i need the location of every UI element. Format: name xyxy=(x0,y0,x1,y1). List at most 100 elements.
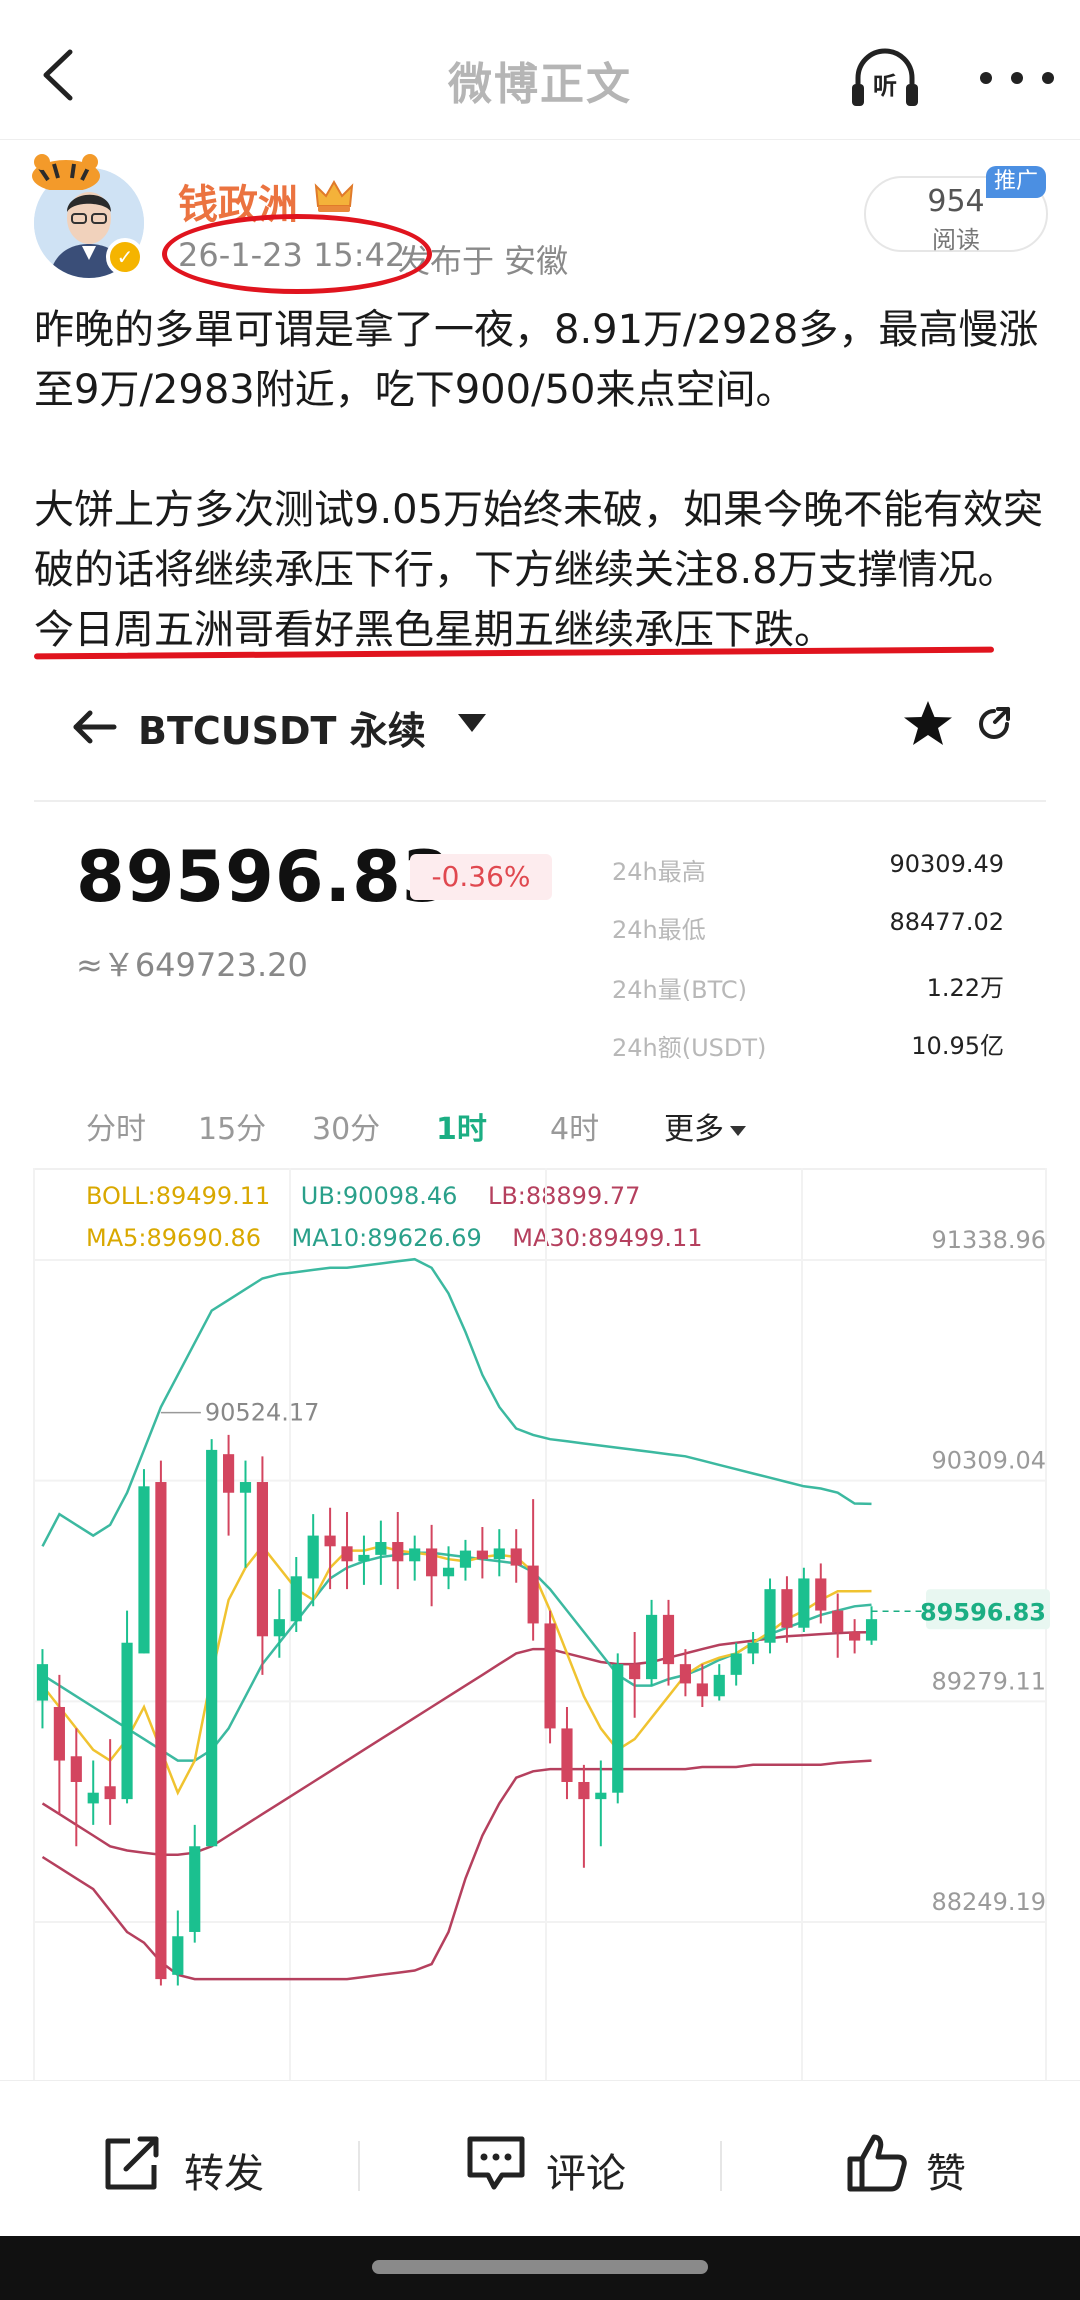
y-axis-tick-label: 89279.11 xyxy=(931,1667,1046,1695)
candle-body xyxy=(375,1542,387,1555)
share-external-icon[interactable] xyxy=(974,704,1014,744)
ticker-symbol[interactable]: BTCUSDT 永续 xyxy=(138,700,426,755)
comment-button[interactable]: 评论 xyxy=(456,2081,656,2237)
candle-body xyxy=(612,1664,624,1793)
candle-body xyxy=(679,1664,692,1684)
ma30-line xyxy=(41,1630,872,1857)
candle-body xyxy=(832,1610,844,1633)
divider xyxy=(34,800,1046,802)
candle-body xyxy=(206,1449,218,1847)
candle-body xyxy=(764,1589,776,1643)
candle-body xyxy=(409,1548,421,1562)
stat-label-turnover: 24h额(USDT) xyxy=(612,1034,767,1062)
y-axis-tick-label: 90309.04 xyxy=(931,1447,1046,1475)
candle-body xyxy=(527,1565,539,1624)
candlestick-chart[interactable]: 91338.96 90309.04 89279.11 88249.19 90524.17… xyxy=(0,1168,1080,2080)
candle-body xyxy=(222,1454,235,1493)
boll-lower-line xyxy=(41,1759,872,1981)
candle-body xyxy=(865,1619,878,1641)
candle-body xyxy=(442,1567,455,1577)
more-options-icon[interactable] xyxy=(972,58,1062,98)
max-price-label: 90524.17 xyxy=(205,1399,320,1427)
tab-more-label: 更多 xyxy=(664,1112,724,1147)
candle-body xyxy=(36,1664,49,1701)
candle-body xyxy=(645,1614,658,1680)
stat-label-volume: 24h量(BTC) xyxy=(612,976,747,1004)
thumbs-up-icon xyxy=(847,2134,907,2192)
y-axis-tick-label: 91338.96 xyxy=(931,1226,1046,1254)
stat-value-volume: 1.22万 xyxy=(926,974,1004,1002)
last-price-tag: 89596.83 xyxy=(920,1598,1046,1626)
candle-body xyxy=(307,1535,319,1579)
candle-body xyxy=(781,1589,793,1628)
candle-body xyxy=(426,1548,438,1577)
candle-body xyxy=(561,1728,573,1782)
comment-bubble-icon xyxy=(467,2136,525,2190)
like-label: 赞 xyxy=(926,2151,966,2197)
candle-body xyxy=(121,1642,133,1800)
caret-down-icon[interactable] xyxy=(456,710,488,736)
candle-body xyxy=(713,1674,725,1697)
tab-more[interactable]: 更多 xyxy=(664,1104,746,1148)
candle-body xyxy=(493,1548,505,1560)
arrow-left-icon[interactable] xyxy=(70,702,120,752)
candle-body xyxy=(341,1546,353,1562)
repost-share-icon xyxy=(105,2136,159,2190)
stat-value-turnover: 10.95亿 xyxy=(911,1032,1004,1060)
tab-1h[interactable]: 1时 xyxy=(436,1104,487,1148)
candle-body xyxy=(459,1550,472,1568)
post-paragraph: 昨晚的多單可谓是拿了一夜，8.91万/2928多，最高慢涨至9万/2983附近，… xyxy=(34,307,1039,413)
candle-body xyxy=(747,1642,759,1654)
candle-body xyxy=(138,1486,150,1654)
repost-button[interactable]: 转发 xyxy=(90,2081,290,2237)
read-label: 阅读 xyxy=(932,226,980,254)
top-nav-bar: 微博正文 听 xyxy=(0,0,1080,140)
post-body: 昨晚的多單可谓是拿了一夜，8.91万/2928多，最高慢涨至9万/2983附近，… xyxy=(34,300,1054,660)
candle-body xyxy=(87,1792,99,1804)
candle-body xyxy=(155,1482,167,1980)
candle-body xyxy=(730,1653,742,1675)
ma5-line xyxy=(41,1544,872,1796)
candle-body xyxy=(256,1482,269,1637)
promo-tag: 推广 xyxy=(986,166,1046,198)
candle-body xyxy=(53,1706,65,1761)
candle-body xyxy=(595,1792,607,1800)
candle-body xyxy=(849,1632,861,1641)
listen-label: 听 xyxy=(873,72,897,100)
separator xyxy=(358,2141,360,2191)
star-favorite-icon[interactable] xyxy=(902,698,954,750)
y-axis-tick-label: 88249.19 xyxy=(931,1888,1046,1916)
like-button[interactable]: 赞 xyxy=(838,2081,1018,2237)
candle-body xyxy=(172,1936,184,1975)
bottom-action-bar: 转发 评论 赞 xyxy=(0,2080,1080,2236)
caret-down-icon xyxy=(730,1125,746,1136)
home-indicator[interactable] xyxy=(372,2260,708,2274)
separator xyxy=(720,2141,722,2191)
tab-15m[interactable]: 15分 xyxy=(198,1104,266,1148)
candle-body xyxy=(70,1756,82,1782)
candle-body xyxy=(476,1550,488,1560)
stat-value-low: 88477.02 xyxy=(889,908,1004,936)
verified-badge-icon: ✓ xyxy=(106,238,144,276)
cny-price: ≈￥649723.20 xyxy=(76,946,308,984)
candle-body xyxy=(273,1619,285,1637)
candle-body xyxy=(696,1683,708,1697)
candle-body xyxy=(798,1578,810,1628)
last-price: 89596.83 xyxy=(76,836,452,918)
listen-headphones-icon[interactable]: 听 xyxy=(848,44,922,110)
candle-body xyxy=(578,1781,590,1800)
stat-label-low: 24h最低 xyxy=(612,916,706,944)
tab-4h[interactable]: 4时 xyxy=(550,1104,599,1148)
stat-value-high: 90309.49 xyxy=(889,850,1004,878)
boll-upper-line xyxy=(41,1257,872,1547)
stat-label-high: 24h最高 xyxy=(612,858,706,886)
tab-timeshare[interactable]: 分时 xyxy=(86,1104,146,1148)
candle-body xyxy=(324,1535,336,1547)
candle-body xyxy=(544,1623,556,1729)
price-change-badge: -0.36% xyxy=(410,854,552,900)
repost-label: 转发 xyxy=(184,2151,264,2197)
candle-body xyxy=(629,1664,641,1680)
candle-body xyxy=(392,1542,404,1562)
tab-30m[interactable]: 30分 xyxy=(312,1104,380,1148)
candle-body xyxy=(358,1554,370,1562)
